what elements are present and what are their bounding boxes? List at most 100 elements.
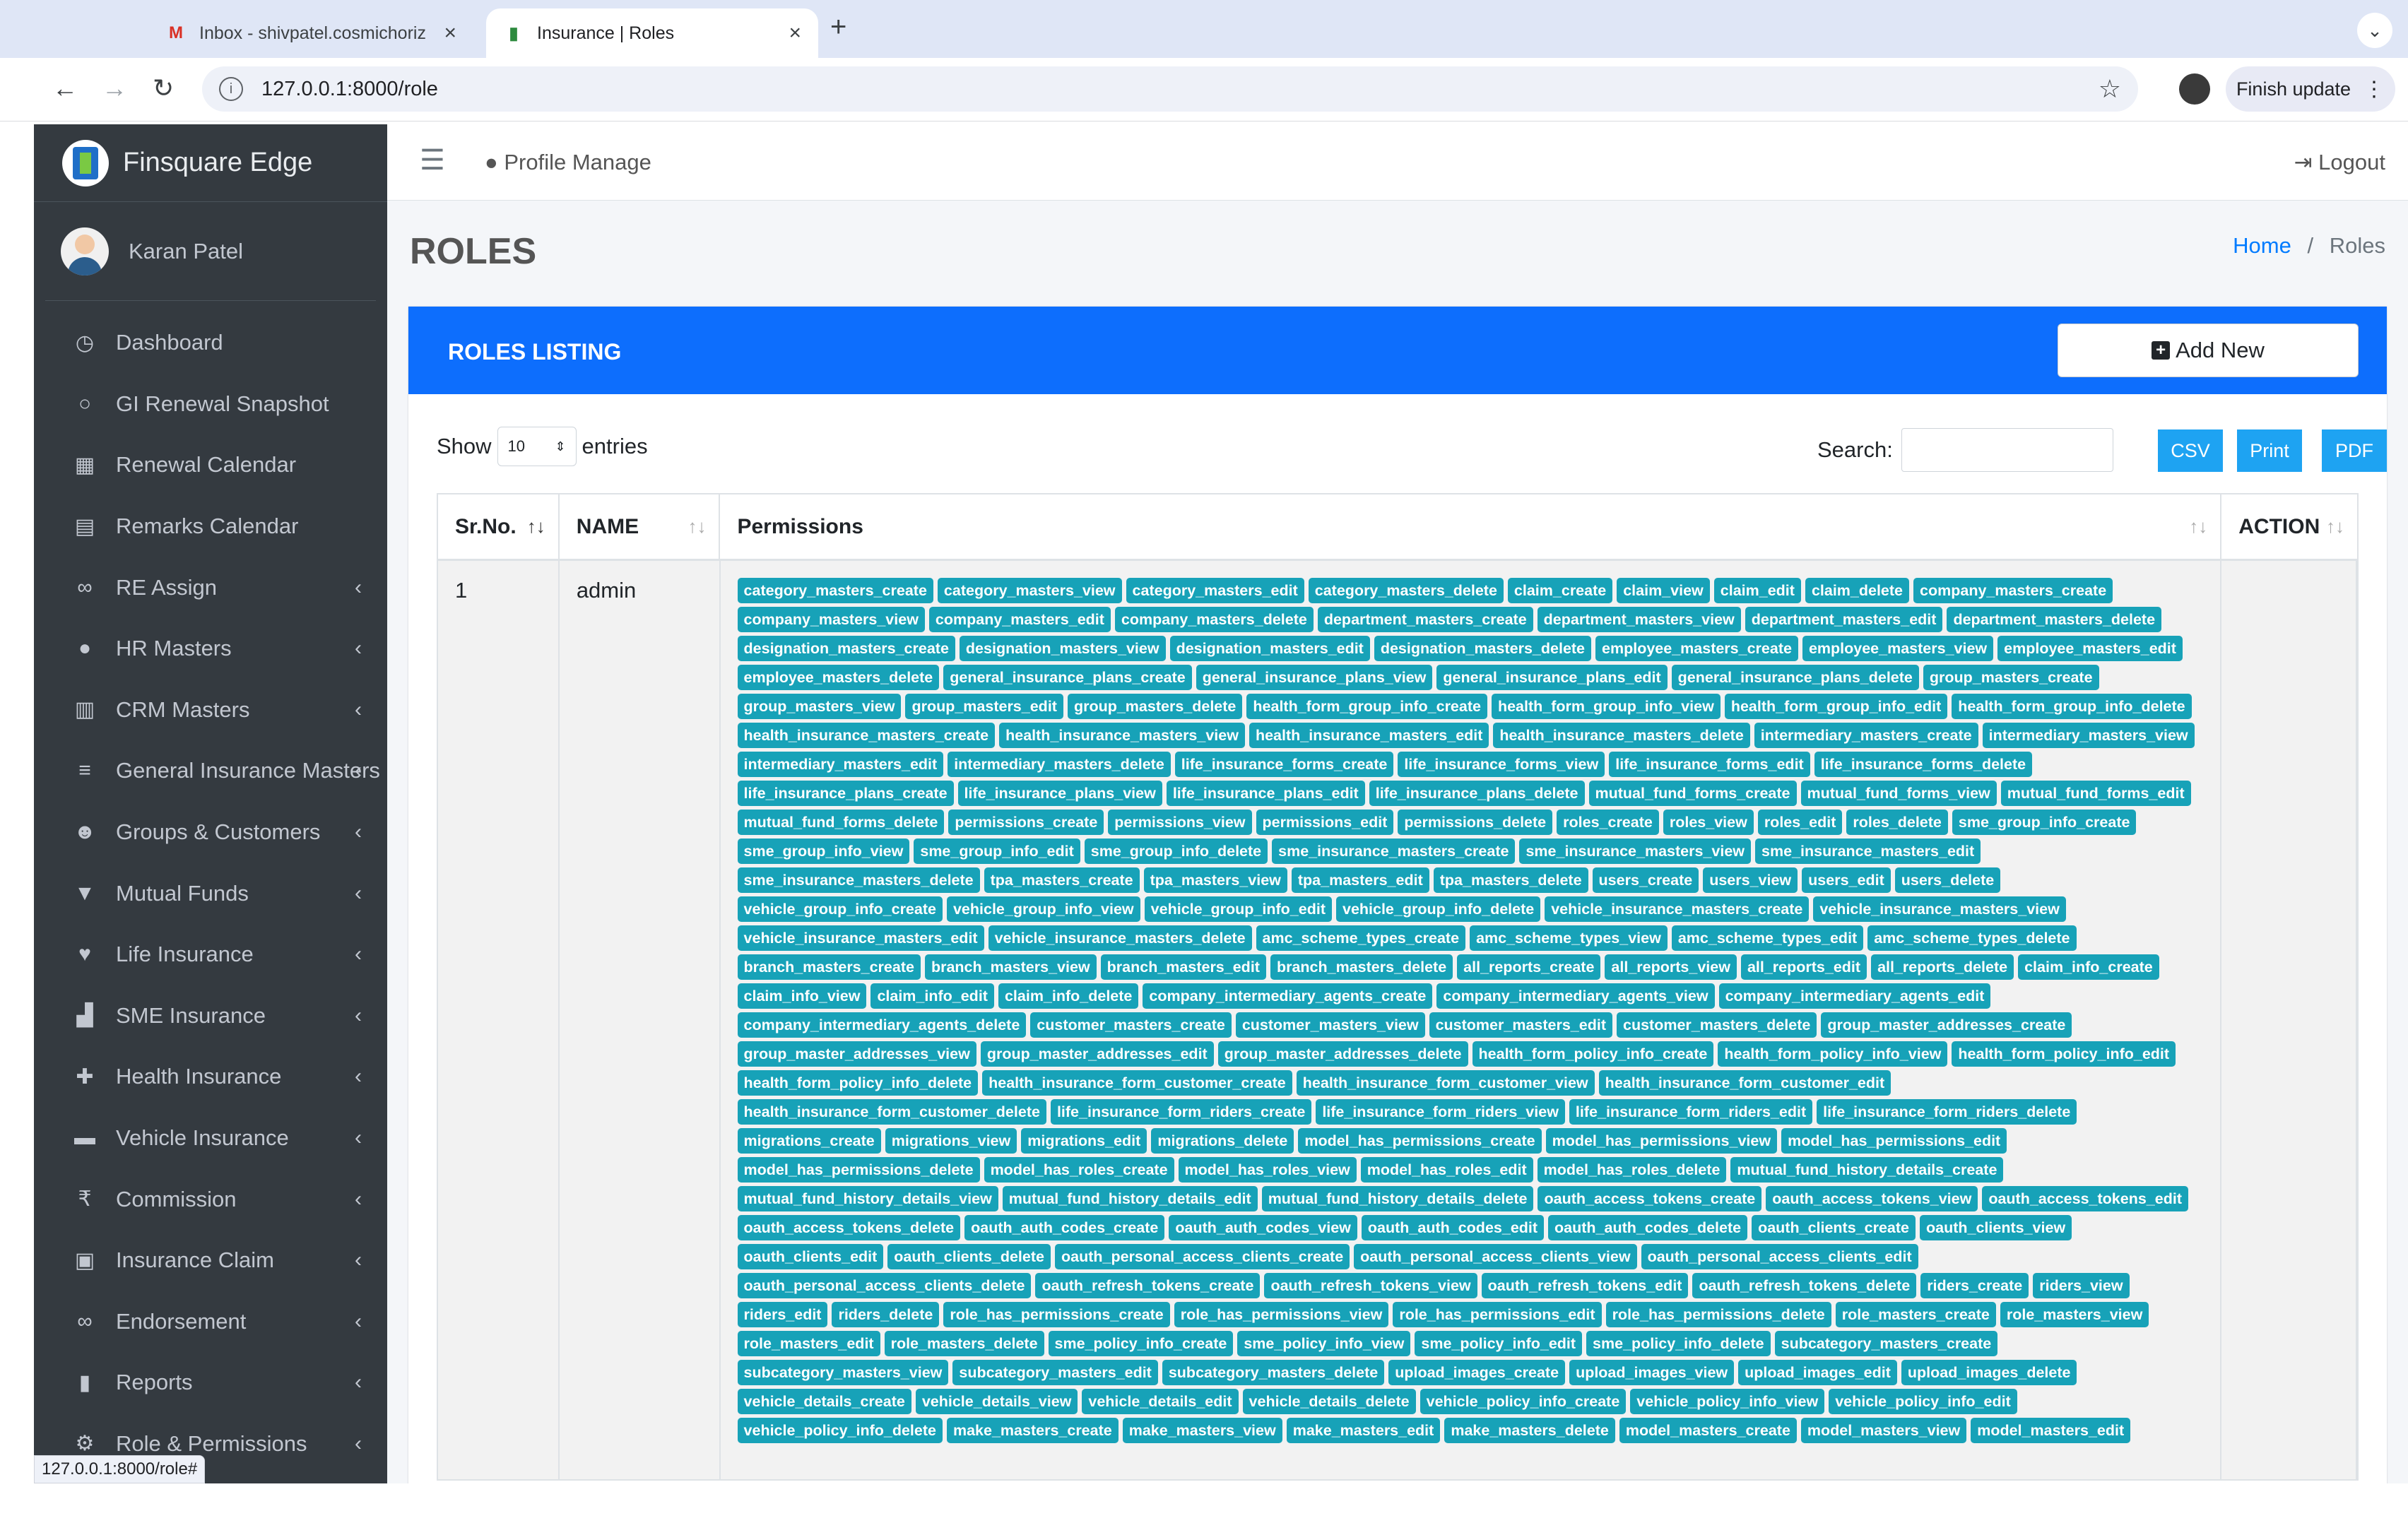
permission-badge: customer_masters_edit (1429, 1012, 1612, 1038)
menu-toggle-icon[interactable]: ☰ (420, 144, 445, 177)
permission-badge: health_form_policy_info_edit (1952, 1041, 2176, 1067)
permission-badge: health_form_group_info_edit (1724, 694, 1948, 719)
column-header-srno[interactable]: Sr.No. ↑↓ (438, 494, 560, 559)
browser-tab-gmail[interactable]: M Inbox - shivpatel.cosmichoriz × (148, 8, 473, 58)
permission-badge: company_masters_create (1913, 578, 2113, 603)
table-header: Sr.No. ↑↓ NAME ↑↓ Permissions ↑↓ ACTION … (438, 494, 2357, 561)
length-control: Show 10 ⇕ entries (437, 427, 648, 466)
reload-icon[interactable]: ↻ (153, 73, 174, 103)
permission-badge: sme_group_info_view (737, 838, 910, 864)
permission-badge: oauth_clients_edit (737, 1244, 884, 1269)
print-button[interactable]: Print (2237, 429, 2302, 472)
sidebar-item-commission[interactable]: ₹ Commission ‹ (34, 1168, 387, 1230)
header-label: NAME (576, 514, 639, 538)
sidebar-item-renewal-calendar[interactable]: ▦ Renewal Calendar (34, 434, 387, 496)
profile-avatar-icon[interactable] (2179, 73, 2210, 105)
permission-badge: intermediary_masters_delete (948, 752, 1171, 777)
heart-icon: ♥ (78, 942, 91, 966)
user-panel[interactable]: Karan Patel (45, 202, 376, 301)
column-header-name[interactable]: NAME ↑↓ (560, 494, 721, 559)
permission-badge: migrations_delete (1151, 1128, 1294, 1154)
breadcrumb-home-link[interactable]: Home (2233, 233, 2291, 258)
sidebar-item-remarks-calendar[interactable]: ▤ Remarks Calendar (34, 496, 387, 557)
profile-manage-link[interactable]: ● Profile Manage (485, 150, 651, 175)
bookmark-star-icon[interactable]: ☆ (2099, 74, 2121, 104)
permission-badge: tpa_masters_view (1143, 867, 1287, 893)
permission-badge: vehicle_insurance_masters_create (1545, 896, 1810, 922)
permission-badge: company_intermediary_agents_create (1143, 983, 1433, 1009)
permission-badge: group_masters_create (1923, 665, 2099, 690)
permission-badge: migrations_edit (1021, 1128, 1147, 1154)
permission-badge: claim_info_edit (870, 983, 994, 1009)
sidebar-item-life-insurance[interactable]: ♥ Life Insurance ‹ (34, 924, 387, 985)
sort-icon: ↑↓ (687, 516, 707, 537)
permission-badge: oauth_access_tokens_view (1766, 1186, 1978, 1211)
sidebar-item-vehicle-insurance[interactable]: ▬ Vehicle Insurance ‹ (34, 1108, 387, 1169)
browser-tab-roles[interactable]: ▮ Insurance | Roles × (486, 8, 818, 58)
cell-name: admin (560, 561, 721, 1479)
finish-update-button[interactable]: Finish update ⋮ (2226, 66, 2395, 112)
users-icon: ☻ (73, 820, 96, 844)
site-info-icon[interactable]: i (219, 77, 243, 101)
permission-badge: make_masters_delete (1444, 1418, 1615, 1443)
sidebar-item-label: Life Insurance (116, 942, 254, 967)
chevron-left-icon: ‹ (355, 1187, 362, 1211)
header-label: Permissions (737, 514, 863, 538)
sidebar-item-groups-customers[interactable]: ☻ Groups & Customers ‹ (34, 802, 387, 863)
new-tab-icon[interactable]: + (830, 11, 846, 43)
sidebar-item-hr-masters[interactable]: ● HR Masters ‹ (34, 618, 387, 680)
sidebar-item-crm-masters[interactable]: ▥ CRM Masters ‹ (34, 680, 387, 741)
column-header-permissions[interactable]: Permissions ↑↓ (720, 494, 2222, 559)
back-arrow-icon[interactable]: ← (52, 73, 78, 103)
search-input[interactable] (1901, 428, 2113, 472)
sidebar-item-re-assign[interactable]: ∞ RE Assign ‹ (34, 557, 387, 618)
permission-badge: mutual_fund_history_details_create (1730, 1157, 2004, 1183)
user-icon: ● (78, 636, 92, 660)
permission-badge: model_has_permissions_delete (737, 1157, 980, 1183)
brand-link[interactable]: Finsquare Edge (34, 124, 387, 202)
sidebar-item-general-insurance-masters[interactable]: ≡ General Insurance Masters ‹ (34, 740, 387, 802)
permission-badge: health_insurance_form_customer_create (982, 1070, 1292, 1096)
chevron-left-icon: ‹ (355, 759, 362, 783)
sidebar-item-mutual-funds[interactable]: ▼ Mutual Funds ‹ (34, 863, 387, 924)
permission-badge: upload_images_view (1569, 1360, 1735, 1385)
pdf-button[interactable]: PDF (2322, 429, 2387, 472)
permission-badge: model_has_roles_create (984, 1157, 1174, 1183)
logout-link[interactable]: ⇥ Logout (2294, 150, 2385, 175)
column-header-action[interactable]: ACTION ↑↓ (2221, 494, 2357, 559)
permission-badge: branch_masters_create (737, 954, 921, 980)
sidebar-item-dashboard[interactable]: ◷ Dashboard (34, 312, 387, 374)
permission-badge: mutual_fund_forms_edit (2000, 781, 2191, 806)
permission-badge: life_insurance_form_riders_edit (1569, 1099, 1813, 1125)
sidebar-item-sme-insurance[interactable]: ▟ SME Insurance ‹ (34, 985, 387, 1047)
rupee-icon: ₹ (78, 1187, 92, 1211)
permission-badge: department_masters_view (1537, 607, 1741, 632)
permission-badge: oauth_personal_access_clients_create (1054, 1244, 1350, 1269)
gmail-icon: M (169, 23, 183, 42)
permission-badge: sme_policy_info_edit (1415, 1331, 1583, 1356)
close-tab-icon[interactable]: × (444, 21, 456, 45)
chevron-left-icon: ‹ (355, 881, 362, 905)
sidebar-item-endorsement[interactable]: ∞ Endorsement ‹ (34, 1291, 387, 1353)
sidebar-item-health-insurance[interactable]: ✚ Health Insurance ‹ (34, 1046, 387, 1108)
forward-arrow-icon[interactable]: → (102, 73, 127, 103)
permission-badge: tpa_masters_edit (1291, 867, 1429, 893)
select-arrows-icon: ⇕ (555, 439, 566, 454)
tab-search-chevron-icon[interactable]: ⌄ (2357, 13, 2392, 48)
address-bar[interactable]: i 127.0.0.1:8000/role ☆ (202, 66, 2138, 112)
permission-badge: model_has_permissions_edit (1781, 1128, 2007, 1154)
sidebar-item-label: General Insurance Masters (116, 758, 380, 783)
permission-badge: sme_policy_info_view (1237, 1331, 1411, 1356)
sidebar-item-gi-renewal-snapshot[interactable]: ○ GI Renewal Snapshot (34, 374, 387, 435)
permission-badge: sme_group_info_edit (914, 838, 1080, 864)
entries-select[interactable]: 10 ⇕ (497, 427, 577, 466)
permission-badge: group_masters_edit (905, 694, 1063, 719)
permission-badge: sme_policy_info_create (1048, 1331, 1234, 1356)
permission-badge: branch_masters_view (924, 954, 1097, 980)
close-tab-icon[interactable]: × (789, 21, 801, 45)
permission-badge: all_reports_create (1457, 954, 1601, 980)
sidebar-item-reports[interactable]: ▮ Reports ‹ (34, 1352, 387, 1414)
add-new-button[interactable]: + Add New (2058, 324, 2359, 377)
csv-button[interactable]: CSV (2158, 429, 2223, 472)
sidebar-item-insurance-claim[interactable]: ▣ Insurance Claim ‹ (34, 1230, 387, 1291)
